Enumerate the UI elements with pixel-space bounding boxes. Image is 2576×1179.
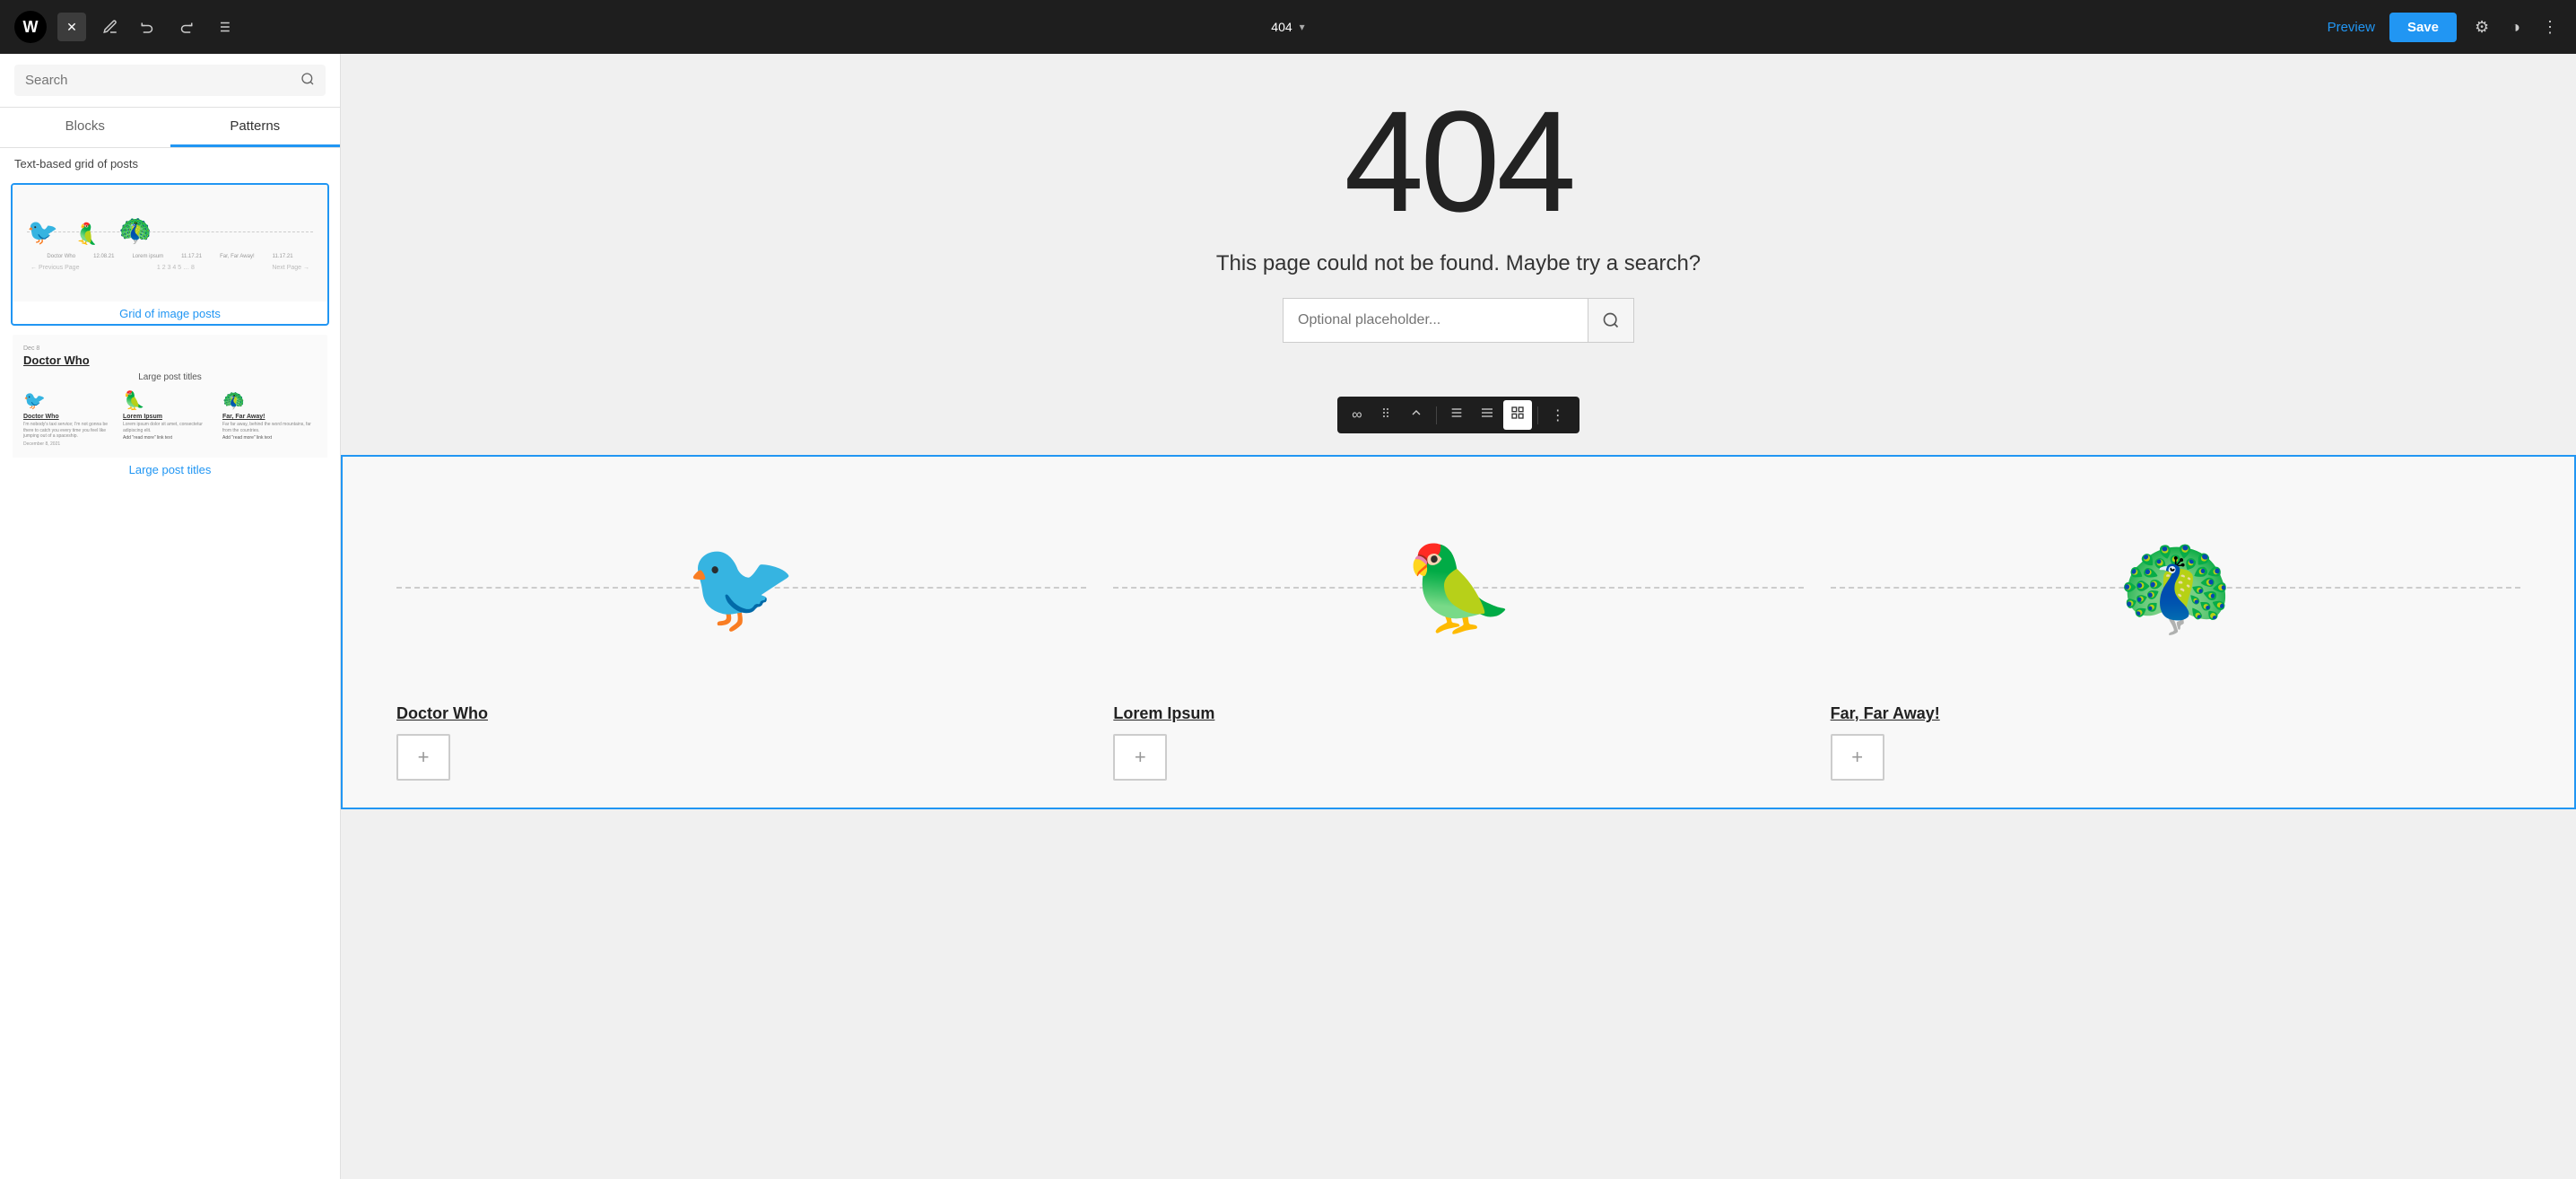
sidebar-content: Text-based grid of posts 🐦 🦜 🦚 Doctor Wh… bbox=[0, 148, 340, 1179]
chevron-down-icon[interactable]: ▾ bbox=[1300, 21, 1305, 33]
sidebar-search-area bbox=[0, 54, 340, 108]
top-bar-right: Preview Save ⚙ ◑ ⋮ bbox=[2328, 13, 2562, 42]
bird-image-2: 🦜 bbox=[1397, 528, 1519, 645]
404-search-submit[interactable] bbox=[1588, 298, 1634, 343]
toolbar-move-button[interactable] bbox=[1402, 400, 1431, 430]
search-box bbox=[14, 65, 326, 96]
list-view-button[interactable] bbox=[210, 13, 237, 40]
posts-grid: 🐦 Doctor Who + 🦜 Lorem Ipsum + bbox=[396, 484, 2520, 781]
undo-button[interactable] bbox=[135, 13, 161, 40]
wp-logo[interactable]: W bbox=[14, 11, 47, 43]
page-label-center: 404 ▾ bbox=[1271, 20, 1304, 34]
tab-patterns[interactable]: Patterns bbox=[170, 108, 341, 147]
toolbar-more-button[interactable]: ⋮ bbox=[1544, 401, 1572, 430]
save-button[interactable]: Save bbox=[2389, 13, 2457, 42]
large-post-titles-preview: Dec 8 Doctor Who Large post titles 🐦 Doc… bbox=[13, 335, 327, 458]
redo-button[interactable] bbox=[172, 13, 199, 40]
grid-of-image-posts-label: Grid of image posts bbox=[13, 301, 327, 324]
post-title-2[interactable]: Lorem Ipsum bbox=[1113, 704, 1803, 723]
more-menu-button[interactable]: ⋮ bbox=[2538, 14, 2562, 40]
contrast-button[interactable]: ◑ bbox=[2507, 14, 2524, 40]
toolbar-drag-button[interactable] bbox=[1371, 400, 1400, 430]
block-toolbar: ∞ ⋮ bbox=[1337, 397, 1579, 433]
grid-of-image-posts-card[interactable]: 🐦 🦜 🦚 Doctor Who12.08.21Lorem ipsum11.17… bbox=[11, 183, 329, 326]
not-found-text: This page could not be found. Maybe try … bbox=[395, 251, 2522, 276]
post-add-button-2[interactable]: + bbox=[1113, 734, 1167, 781]
toolbar-divider-1 bbox=[1436, 406, 1437, 424]
404-search-input[interactable] bbox=[1283, 298, 1588, 343]
post-bird-1: 🐦 bbox=[396, 484, 1086, 690]
preview-button[interactable]: Preview bbox=[2328, 20, 2375, 35]
post-title-3[interactable]: Far, Far Away! bbox=[1831, 704, 2520, 723]
top-bar: W ✕ 404 ▾ Preview Save ⚙ ◑ ⋮ bbox=[0, 0, 2576, 54]
post-bird-3: 🦚 bbox=[1831, 484, 2520, 690]
404-search-row bbox=[395, 298, 2522, 343]
page-name: 404 bbox=[1271, 20, 1292, 34]
canvas-area: 404 This page could not be found. Maybe … bbox=[341, 54, 2576, 1179]
post-bird-2: 🦜 bbox=[1113, 484, 1803, 690]
toolbar-divider-2 bbox=[1537, 406, 1538, 424]
post-card-lorem-ipsum: 🦜 Lorem Ipsum + bbox=[1113, 484, 1803, 781]
post-add-button-1[interactable]: + bbox=[396, 734, 450, 781]
404-section: 404 This page could not be found. Maybe … bbox=[341, 54, 2576, 397]
main-layout: Blocks Patterns Text-based grid of posts… bbox=[0, 54, 2576, 1179]
close-button[interactable]: ✕ bbox=[57, 13, 86, 41]
search-input[interactable] bbox=[25, 73, 293, 88]
search-icon bbox=[300, 72, 315, 89]
tab-blocks[interactable]: Blocks bbox=[0, 108, 170, 147]
toolbar-settings-button[interactable] bbox=[1442, 400, 1471, 430]
large-post-titles-label: Large post titles bbox=[13, 458, 327, 480]
post-title-1[interactable]: Doctor Who bbox=[396, 704, 1086, 723]
toolbar-grid-button[interactable] bbox=[1503, 400, 1532, 430]
sidebar-tabs: Blocks Patterns bbox=[0, 108, 340, 148]
404-title: 404 bbox=[395, 90, 2522, 233]
post-card-far-far-away: 🦚 Far, Far Away! + bbox=[1831, 484, 2520, 781]
bird-image-1: 🐦 bbox=[685, 535, 797, 640]
text-based-grid-label: Text-based grid of posts bbox=[0, 148, 340, 176]
post-add-button-3[interactable]: + bbox=[1831, 734, 1884, 781]
post-card-doctor-who: 🐦 Doctor Who + bbox=[396, 484, 1086, 781]
grid-of-image-posts-preview: 🐦 🦜 🦚 Doctor Who12.08.21Lorem ipsum11.17… bbox=[13, 185, 327, 301]
pen-tool-button[interactable] bbox=[97, 13, 124, 40]
toolbar-justify-button[interactable] bbox=[1473, 400, 1501, 430]
bird-image-3: 🦚 bbox=[2117, 532, 2234, 642]
posts-grid-section: 🐦 Doctor Who + 🦜 Lorem Ipsum + bbox=[341, 455, 2576, 809]
sidebar: Blocks Patterns Text-based grid of posts… bbox=[0, 54, 341, 1179]
large-post-titles-card[interactable]: Dec 8 Doctor Who Large post titles 🐦 Doc… bbox=[11, 333, 329, 482]
toolbar-infinity-button[interactable]: ∞ bbox=[1345, 402, 1369, 429]
settings-button[interactable]: ⚙ bbox=[2471, 14, 2493, 40]
